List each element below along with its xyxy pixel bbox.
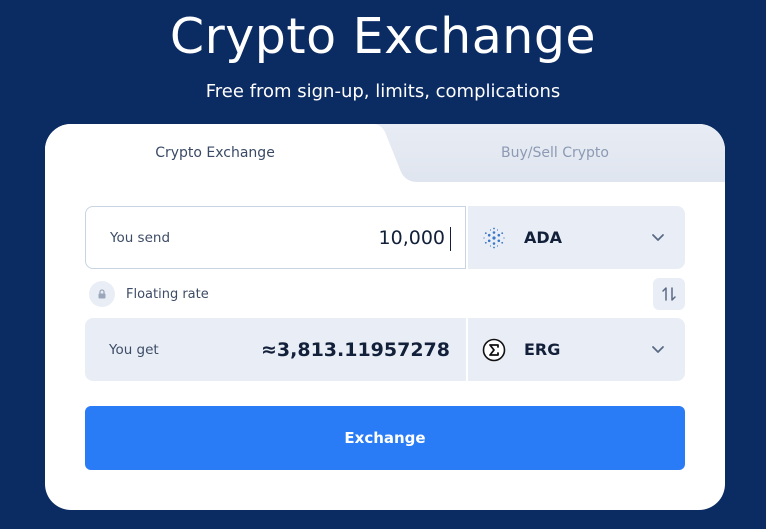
send-currency-code: ADA <box>524 228 563 247</box>
exchange-card: Crypto Exchange Buy/Sell Crypto You send… <box>45 124 725 510</box>
send-amount-input[interactable]: 10,000 <box>245 207 445 268</box>
get-amount-field: You get ≈3,813.11957278 <box>85 318 466 381</box>
cardano-icon <box>483 227 505 249</box>
get-currency-code: ERG <box>524 340 561 359</box>
floating-rate-label[interactable]: Floating rate <box>126 276 209 312</box>
get-label: You get <box>109 341 159 358</box>
swap-currencies-button[interactable] <box>653 278 685 310</box>
chevron-down-icon <box>652 234 664 241</box>
send-currency-select[interactable]: ADA <box>468 206 685 269</box>
tab-buy-sell-crypto[interactable]: Buy/Sell Crypto <box>385 124 725 182</box>
rate-row: Floating rate <box>85 276 685 312</box>
exchange-button[interactable]: Exchange <box>85 406 685 470</box>
ergo-icon <box>482 338 506 362</box>
tab-crypto-exchange[interactable]: Crypto Exchange <box>45 124 385 182</box>
get-currency-select[interactable]: ERG <box>468 318 685 381</box>
chevron-down-icon <box>652 346 664 353</box>
send-label: You send <box>110 229 171 246</box>
swap-arrows-icon <box>662 287 676 301</box>
hero-title: Crypto Exchange <box>169 8 597 65</box>
text-cursor <box>449 227 451 251</box>
get-amount-value: ≈3,813.11957278 <box>261 338 450 361</box>
hero-subtitle: Free from sign-up, limits, complications <box>205 81 561 102</box>
send-amount-field[interactable]: You send 10,000 <box>85 206 466 269</box>
lock-icon <box>89 281 115 307</box>
